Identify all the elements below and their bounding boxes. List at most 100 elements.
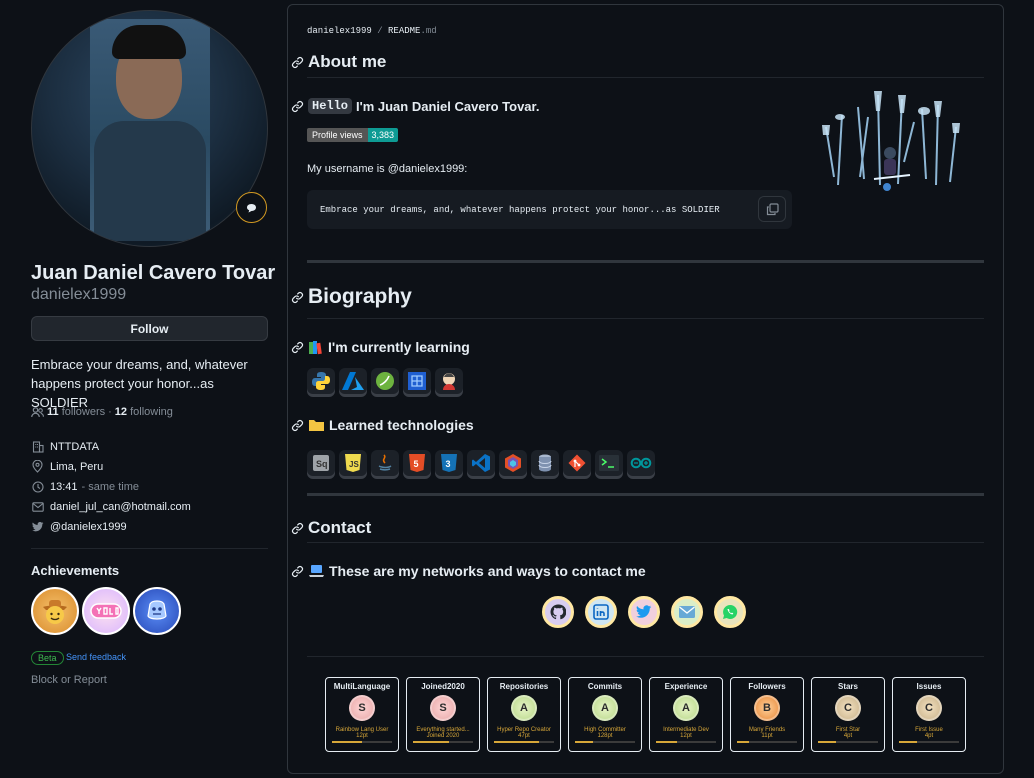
heading-networks: These are my networks and ways to contac… <box>291 563 646 579</box>
trophy-points: 47pt <box>518 733 530 739</box>
terminal-icon[interactable] <box>595 450 623 476</box>
trophy-progress-fill <box>575 741 593 743</box>
email-link[interactable]: daniel_jul_can@hotmail.com <box>50 501 191 513</box>
heading-about-me: About me <box>291 52 386 72</box>
sidebar-divider <box>31 548 268 549</box>
followers-link[interactable]: 11 followers <box>47 406 105 418</box>
contact-heading-text: Contact <box>308 518 372 537</box>
laptop-emoji-icon <box>309 565 324 577</box>
database-icon[interactable] <box>531 450 559 476</box>
html5-icon[interactable]: 5 <box>403 450 431 476</box>
heading-learned: Learned technologies <box>291 417 474 433</box>
profile-views-badge: Profile views 3,383 <box>307 128 399 142</box>
quote-code-block: Embrace your dreams, and, whatever happe… <box>307 190 792 229</box>
hello-text: I'm Juan Daniel Cavero Tovar. <box>356 98 540 114</box>
anchor-link-icon[interactable] <box>291 291 304 304</box>
linkedin-icon[interactable] <box>585 596 617 628</box>
copy-button[interactable] <box>758 196 786 222</box>
heading-rule <box>307 542 984 543</box>
anchor-link-icon[interactable] <box>291 565 304 578</box>
follow-button[interactable]: Follow <box>31 316 268 341</box>
twitter-icon[interactable] <box>628 596 660 628</box>
anchor-link-icon[interactable] <box>291 56 304 69</box>
trophy-card: Experience A Intermediate Dev 12pt <box>649 677 723 752</box>
section-divider <box>307 493 984 496</box>
send-feedback-link[interactable]: Send feedback <box>66 652 126 662</box>
heading-hello: Hello I'm Juan Daniel Cavero Tovar. <box>291 98 540 114</box>
clock-icon <box>31 480 44 493</box>
trophy-points: 12pt <box>680 733 692 739</box>
profile-bio: Embrace your dreams, and, whatever happe… <box>31 357 248 410</box>
spring-icon[interactable] <box>371 368 399 394</box>
trophy-card: Issues C First Issue 4pt <box>892 677 966 752</box>
people-icon <box>31 406 44 417</box>
swords-artwork-icon <box>822 91 960 191</box>
trophy-title: Experience <box>664 682 708 691</box>
java-icon[interactable] <box>371 450 399 476</box>
following-link[interactable]: 12 following <box>115 406 173 418</box>
bootstrap-icon[interactable] <box>499 450 527 476</box>
quickdraw-badge[interactable] <box>133 587 181 635</box>
svg-text:5: 5 <box>414 459 419 469</box>
trophy-rank-icon: C <box>916 695 942 721</box>
yolo-icon <box>90 603 122 619</box>
trophy-title: Joined2020 <box>421 682 465 691</box>
trophy-rank-icon: A <box>511 695 537 721</box>
github-icon[interactable] <box>542 596 574 628</box>
email-icon[interactable] <box>671 596 703 628</box>
trophy-rank-icon: A <box>592 695 618 721</box>
robot-icon <box>147 600 167 620</box>
trophy-progress-fill <box>656 741 677 743</box>
books-emoji-icon <box>309 340 322 354</box>
trophy-progress-bar <box>737 741 797 743</box>
git-icon[interactable] <box>563 450 591 476</box>
readme-owner-link[interactable]: danielex1999 <box>307 26 372 36</box>
section-divider <box>307 260 984 263</box>
contact-icons-row <box>542 596 746 628</box>
trophy-card: Stars C First Star 4pt <box>811 677 885 752</box>
trophy-rank-icon: A <box>673 695 699 721</box>
sql-server-icon[interactable]: Sq <box>307 450 335 476</box>
vscode-icon[interactable] <box>467 450 495 476</box>
anchor-link-icon[interactable] <box>291 341 304 354</box>
profile-avatar[interactable] <box>31 10 268 247</box>
twitter-link[interactable]: @danielex1999 <box>50 521 127 533</box>
building-icon <box>31 440 44 453</box>
block-report-link[interactable]: Block or Report <box>31 674 107 686</box>
heading-learning: I'm currently learning <box>291 339 470 355</box>
pull-shark-badge[interactable] <box>31 587 79 635</box>
trophy-card: MultiLanguage S Rainbow Lang User 12pt <box>325 677 399 752</box>
python-icon[interactable] <box>307 368 335 394</box>
readme-filename: README <box>388 26 421 36</box>
trophy-progress-fill <box>737 741 749 743</box>
trophy-subtitle-2: Joined 2020 <box>426 733 460 739</box>
trophy-progress-fill <box>899 741 917 743</box>
trophy-title: Commits <box>587 682 623 691</box>
qiskit-icon[interactable] <box>403 368 431 394</box>
anchor-link-icon[interactable] <box>291 100 304 113</box>
set-status-button[interactable] <box>236 192 267 223</box>
location-pin-icon <box>31 460 44 473</box>
trophy-points: 11pt <box>761 733 773 739</box>
arduino-icon[interactable] <box>627 450 655 476</box>
javascript-icon[interactable]: JS <box>339 450 367 476</box>
azure-icon[interactable] <box>339 368 367 394</box>
yolo-badge[interactable] <box>82 587 130 635</box>
location-text: Lima, Peru <box>50 460 104 473</box>
soldier-swords-gif <box>812 87 970 200</box>
jenkins-icon[interactable] <box>435 368 463 394</box>
trophy-title: Followers <box>748 682 786 691</box>
svg-text:Sq: Sq <box>316 459 328 469</box>
username-line: My username is @danielex1999: <box>307 163 468 175</box>
heading-rule <box>307 77 984 78</box>
trophy-title: Stars <box>837 682 858 691</box>
anchor-link-icon[interactable] <box>291 419 304 432</box>
trophy-progress-bar <box>494 741 554 743</box>
css3-icon[interactable]: 3 <box>435 450 463 476</box>
trophy-rank-icon: B <box>754 695 780 721</box>
anchor-link-icon[interactable] <box>291 522 304 535</box>
local-time: 13:41 <box>50 480 78 493</box>
section-divider <box>307 656 984 657</box>
trophy-progress-bar <box>899 741 959 743</box>
whatsapp-icon[interactable] <box>714 596 746 628</box>
